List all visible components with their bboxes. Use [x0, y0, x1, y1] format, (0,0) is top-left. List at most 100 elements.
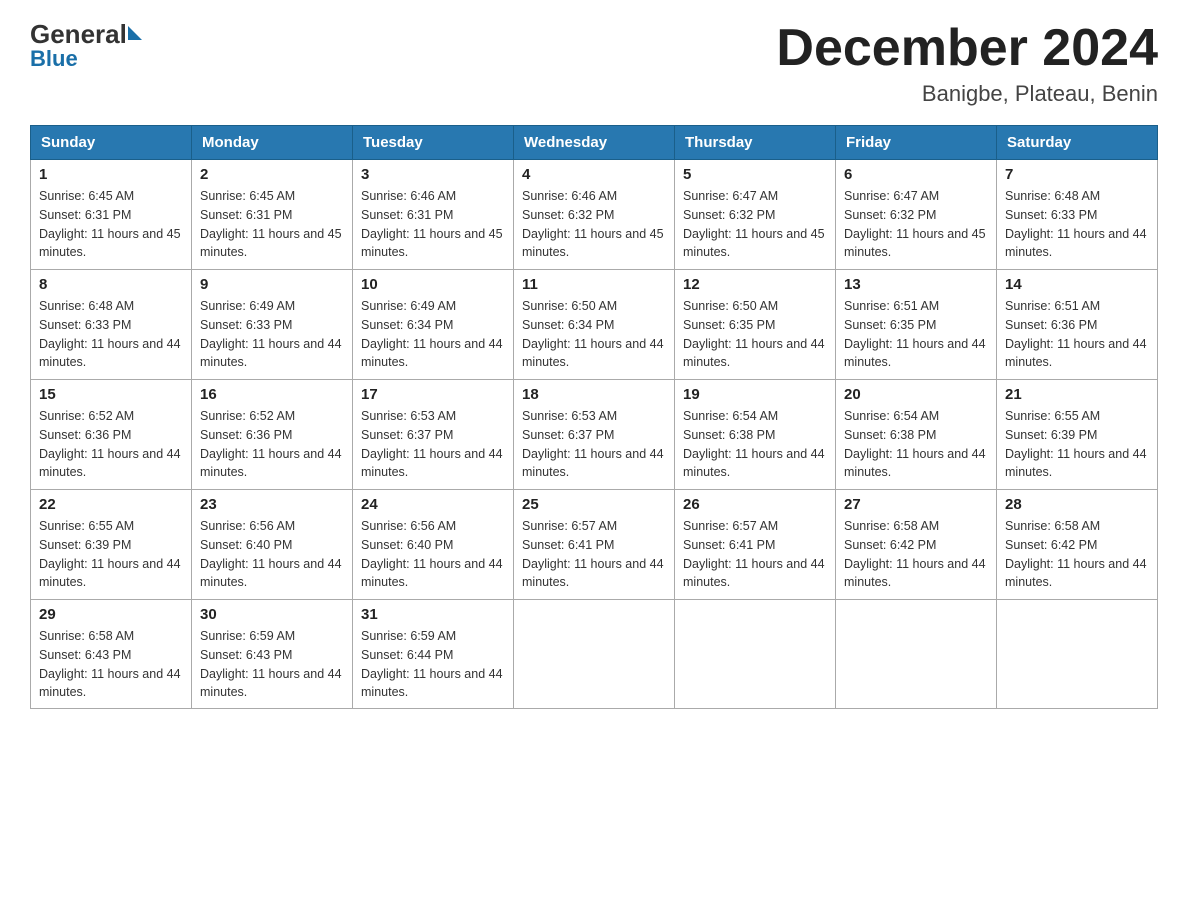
day-number: 28	[1005, 496, 1149, 513]
calendar-cell: 25Sunrise: 6:57 AMSunset: 6:41 PMDayligh…	[514, 490, 675, 600]
day-number: 20	[844, 386, 988, 403]
col-monday: Monday	[192, 126, 353, 160]
calendar-cell: 2Sunrise: 6:45 AMSunset: 6:31 PMDaylight…	[192, 160, 353, 270]
col-wednesday: Wednesday	[514, 126, 675, 160]
calendar-cell: 12Sunrise: 6:50 AMSunset: 6:35 PMDayligh…	[675, 270, 836, 380]
day-info: Sunrise: 6:47 AMSunset: 6:32 PMDaylight:…	[683, 187, 827, 262]
day-info: Sunrise: 6:53 AMSunset: 6:37 PMDaylight:…	[361, 407, 505, 482]
calendar-cell: 8Sunrise: 6:48 AMSunset: 6:33 PMDaylight…	[31, 270, 192, 380]
day-info: Sunrise: 6:48 AMSunset: 6:33 PMDaylight:…	[39, 297, 183, 372]
day-number: 30	[200, 606, 344, 623]
day-number: 27	[844, 496, 988, 513]
logo-general-text: General	[30, 19, 127, 49]
calendar-cell: 3 Sunrise: 6:46 AMSunset: 6:31 PMDaylight…	[353, 160, 514, 270]
day-info: Sunrise: 6:52 AMSunset: 6:36 PMDaylight:…	[200, 407, 344, 482]
calendar-cell: 28 Sunrise: 6:58 AMSunset: 6:42 PMDayligh…	[997, 490, 1158, 600]
day-info: Sunrise: 6:59 AMSunset: 6:43 PMDaylight:…	[200, 627, 344, 702]
day-info: Sunrise: 6:58 AMSunset: 6:42 PMDaylight:…	[1005, 517, 1149, 592]
calendar-cell: 17Sunrise: 6:53 AMSunset: 6:37 PMDayligh…	[353, 380, 514, 490]
calendar-cell: 1Sunrise: 6:45 AMSunset: 6:31 PMDaylight…	[31, 160, 192, 270]
day-number: 10	[361, 276, 505, 293]
calendar-cell: 13 Sunrise: 6:51 AMSunset: 6:35 PMDayligh…	[836, 270, 997, 380]
day-number: 29	[39, 606, 183, 623]
calendar-cell: 16 Sunrise: 6:52 AMSunset: 6:36 PMDayligh…	[192, 380, 353, 490]
day-number: 24	[361, 496, 505, 513]
day-info: Sunrise: 6:48 AMSunset: 6:33 PMDaylight:…	[1005, 187, 1149, 262]
calendar-cell	[514, 600, 675, 709]
day-number: 4	[522, 166, 666, 183]
calendar-cell: 30 Sunrise: 6:59 AMSunset: 6:43 PMDayligh…	[192, 600, 353, 709]
calendar-cell: 27 Sunrise: 6:58 AMSunset: 6:42 PMDayligh…	[836, 490, 997, 600]
day-info: Sunrise: 6:55 AMSunset: 6:39 PMDaylight:…	[39, 517, 183, 592]
day-info: Sunrise: 6:56 AMSunset: 6:40 PMDaylight:…	[361, 517, 505, 592]
day-info: Sunrise: 6:51 AMSunset: 6:36 PMDaylight:…	[1005, 297, 1149, 372]
day-info: Sunrise: 6:59 AMSunset: 6:44 PMDaylight:…	[361, 627, 505, 702]
col-friday: Friday	[836, 126, 997, 160]
calendar-cell	[997, 600, 1158, 709]
day-number: 11	[522, 276, 666, 293]
logo-blue: Blue	[30, 47, 142, 71]
day-info: Sunrise: 6:46 AMSunset: 6:31 PMDaylight:…	[361, 187, 505, 262]
col-tuesday: Tuesday	[353, 126, 514, 160]
calendar-cell: 19 Sunrise: 6:54 AMSunset: 6:38 PMDayligh…	[675, 380, 836, 490]
logo-arrow-icon	[128, 26, 142, 40]
calendar-table: Sunday Monday Tuesday Wednesday Thursday…	[30, 125, 1158, 709]
logo: General Blue	[30, 20, 142, 71]
day-info: Sunrise: 6:49 AMSunset: 6:33 PMDaylight:…	[200, 297, 344, 372]
day-number: 13	[844, 276, 988, 293]
calendar-cell	[836, 600, 997, 709]
calendar-cell: 23 Sunrise: 6:56 AMSunset: 6:40 PMDayligh…	[192, 490, 353, 600]
calendar-cell: 15Sunrise: 6:52 AMSunset: 6:36 PMDayligh…	[31, 380, 192, 490]
calendar-cell: 21Sunrise: 6:55 AMSunset: 6:39 PMDayligh…	[997, 380, 1158, 490]
calendar-cell: 20 Sunrise: 6:54 AMSunset: 6:38 PMDayligh…	[836, 380, 997, 490]
col-thursday: Thursday	[675, 126, 836, 160]
day-info: Sunrise: 6:56 AMSunset: 6:40 PMDaylight:…	[200, 517, 344, 592]
day-number: 3	[361, 166, 505, 183]
day-number: 22	[39, 496, 183, 513]
day-number: 19	[683, 386, 827, 403]
location-subtitle: Banigbe, Plateau, Benin	[776, 81, 1158, 107]
calendar-cell: 6Sunrise: 6:47 AMSunset: 6:32 PMDaylight…	[836, 160, 997, 270]
calendar-cell: 18 Sunrise: 6:53 AMSunset: 6:37 PMDayligh…	[514, 380, 675, 490]
day-number: 14	[1005, 276, 1149, 293]
day-info: Sunrise: 6:54 AMSunset: 6:38 PMDaylight:…	[683, 407, 827, 482]
day-number: 23	[200, 496, 344, 513]
day-info: Sunrise: 6:46 AMSunset: 6:32 PMDaylight:…	[522, 187, 666, 262]
calendar-week-row: 15Sunrise: 6:52 AMSunset: 6:36 PMDayligh…	[31, 380, 1158, 490]
day-info: Sunrise: 6:54 AMSunset: 6:38 PMDaylight:…	[844, 407, 988, 482]
day-info: Sunrise: 6:51 AMSunset: 6:35 PMDaylight:…	[844, 297, 988, 372]
calendar-header: Sunday Monday Tuesday Wednesday Thursday…	[31, 126, 1158, 160]
calendar-cell	[675, 600, 836, 709]
day-number: 16	[200, 386, 344, 403]
calendar-cell: 29 Sunrise: 6:58 AMSunset: 6:43 PMDayligh…	[31, 600, 192, 709]
header-row: Sunday Monday Tuesday Wednesday Thursday…	[31, 126, 1158, 160]
calendar-week-row: 22 Sunrise: 6:55 AMSunset: 6:39 PMDayligh…	[31, 490, 1158, 600]
day-info: Sunrise: 6:47 AMSunset: 6:32 PMDaylight:…	[844, 187, 988, 262]
calendar-cell: 31 Sunrise: 6:59 AMSunset: 6:44 PMDayligh…	[353, 600, 514, 709]
calendar-week-row: 8Sunrise: 6:48 AMSunset: 6:33 PMDaylight…	[31, 270, 1158, 380]
day-number: 26	[683, 496, 827, 513]
day-info: Sunrise: 6:45 AMSunset: 6:31 PMDaylight:…	[200, 187, 344, 262]
calendar-week-row: 29 Sunrise: 6:58 AMSunset: 6:43 PMDayligh…	[31, 600, 1158, 709]
logo-general: General	[30, 20, 142, 49]
calendar-cell: 10 Sunrise: 6:49 AMSunset: 6:34 PMDayligh…	[353, 270, 514, 380]
day-number: 18	[522, 386, 666, 403]
calendar-cell: 9Sunrise: 6:49 AMSunset: 6:33 PMDaylight…	[192, 270, 353, 380]
calendar-cell: 14 Sunrise: 6:51 AMSunset: 6:36 PMDayligh…	[997, 270, 1158, 380]
calendar-week-row: 1Sunrise: 6:45 AMSunset: 6:31 PMDaylight…	[31, 160, 1158, 270]
day-info: Sunrise: 6:58 AMSunset: 6:42 PMDaylight:…	[844, 517, 988, 592]
day-info: Sunrise: 6:53 AMSunset: 6:37 PMDaylight:…	[522, 407, 666, 482]
calendar-cell: 7 Sunrise: 6:48 AMSunset: 6:33 PMDaylight…	[997, 160, 1158, 270]
calendar-cell: 22 Sunrise: 6:55 AMSunset: 6:39 PMDayligh…	[31, 490, 192, 600]
day-info: Sunrise: 6:45 AMSunset: 6:31 PMDaylight:…	[39, 187, 183, 262]
calendar-cell: 4 Sunrise: 6:46 AMSunset: 6:32 PMDaylight…	[514, 160, 675, 270]
day-info: Sunrise: 6:49 AMSunset: 6:34 PMDaylight:…	[361, 297, 505, 372]
day-number: 31	[361, 606, 505, 623]
day-info: Sunrise: 6:58 AMSunset: 6:43 PMDaylight:…	[39, 627, 183, 702]
title-area: December 2024 Banigbe, Plateau, Benin	[776, 20, 1158, 107]
day-number: 5	[683, 166, 827, 183]
day-number: 21	[1005, 386, 1149, 403]
day-number: 12	[683, 276, 827, 293]
page-header: General Blue December 2024 Banigbe, Plat…	[30, 20, 1158, 107]
day-number: 7	[1005, 166, 1149, 183]
